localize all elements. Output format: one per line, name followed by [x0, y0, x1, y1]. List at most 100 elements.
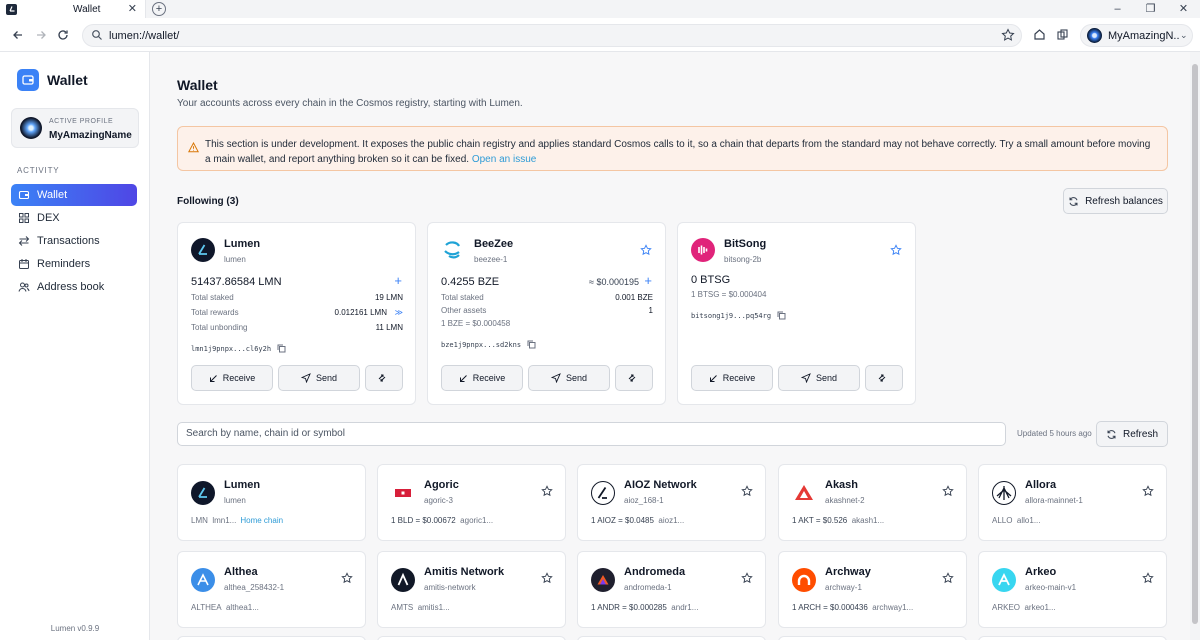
- lumen-logo-icon: [191, 238, 215, 262]
- send-icon: [550, 373, 561, 383]
- copy-icon[interactable]: [527, 340, 536, 349]
- althea-logo-icon: [191, 568, 215, 592]
- favorite-star-icon[interactable]: [640, 244, 652, 259]
- active-profile-card[interactable]: ACTIVE PROFILE MyAmazingName: [11, 108, 139, 148]
- chain-card-archway[interactable]: Archway archway-1 1 ARCH = $0.000436 arc…: [778, 551, 967, 628]
- swap-button[interactable]: [365, 365, 403, 391]
- favorite-star-icon[interactable]: [942, 572, 954, 587]
- claim-rewards-icon[interactable]: ≫: [395, 308, 403, 317]
- swap-button[interactable]: [615, 365, 653, 391]
- chain-card-allora[interactable]: Allora allora-mainnet-1 ALLO allo1...: [978, 464, 1167, 541]
- address-bar[interactable]: lumen://wallet/: [82, 24, 1022, 47]
- chain-address: agoric1...: [460, 516, 494, 525]
- warning-message: This section is under development. It ex…: [205, 139, 1151, 165]
- wallet-address: lmn1j9pnpx...cl6y2h: [191, 344, 286, 353]
- swap-button[interactable]: [865, 365, 903, 391]
- favorite-star-icon[interactable]: [541, 485, 553, 500]
- refresh-balances-button[interactable]: Refresh balances: [1063, 188, 1168, 214]
- sidebar-item-reminders[interactable]: Reminders: [11, 253, 137, 275]
- chain-name: Althea: [224, 566, 258, 578]
- balance: 0 BTSG: [691, 274, 731, 286]
- stat-value: 11 LMN: [375, 323, 403, 332]
- app-version: Lumen v0.9.9: [50, 624, 100, 633]
- close-window-icon[interactable]: ✕: [1167, 0, 1200, 18]
- receive-button[interactable]: Receive: [441, 365, 523, 391]
- receive-button[interactable]: Receive: [691, 365, 773, 391]
- sidebar-item-dex[interactable]: DEX: [11, 207, 137, 229]
- refresh-button[interactable]: Refresh: [1096, 421, 1168, 447]
- coin-name: BitSong: [724, 238, 767, 250]
- extensions-icon[interactable]: [1054, 26, 1070, 42]
- chain-search[interactable]: [177, 422, 1006, 446]
- sidebar-item-wallet[interactable]: Wallet: [11, 184, 137, 206]
- chain-address: archway1...: [872, 603, 914, 612]
- chain-id: akashnet-2: [825, 496, 865, 505]
- chain-id: archway-1: [825, 583, 862, 592]
- chain-card-arkeo[interactable]: Arkeo arkeo-main-v1 ARKEO arkeo1...: [978, 551, 1167, 628]
- send-button[interactable]: Send: [278, 365, 360, 391]
- favorite-star-icon[interactable]: [890, 244, 902, 259]
- favorite-star-icon[interactable]: [741, 572, 753, 587]
- chain-card-lumen[interactable]: Lumen lumen LMN lmn1... Home chain: [177, 464, 366, 541]
- following-card-lumen: Lumen lumen 51437.86584 LMN + Total stak…: [177, 222, 416, 405]
- add-icon[interactable]: +: [394, 273, 402, 288]
- new-tab-icon[interactable]: +: [152, 2, 166, 16]
- coin-name: BeeZee: [474, 238, 514, 250]
- scrollbar-thumb[interactable]: [1192, 64, 1198, 624]
- favorite-star-icon[interactable]: [1142, 485, 1154, 500]
- chain-search-input[interactable]: [186, 428, 986, 439]
- chain-card-partial[interactable]: [778, 636, 967, 640]
- chain-card-partial[interactable]: [177, 636, 366, 640]
- add-icon[interactable]: +: [644, 273, 652, 288]
- stat-row: Total staked 19 LMN: [191, 293, 403, 302]
- send-button[interactable]: Send: [778, 365, 860, 391]
- copy-icon[interactable]: [277, 344, 286, 353]
- chain-card-amitis[interactable]: Amitis Network amitis-network AMTS amiti…: [377, 551, 566, 628]
- open-issue-link[interactable]: Open an issue: [472, 154, 537, 165]
- bookmark-star-icon[interactable]: [1001, 28, 1015, 45]
- tab-title: Wallet: [73, 3, 101, 15]
- favorite-star-icon[interactable]: [942, 485, 954, 500]
- page-scrollbar[interactable]: [1190, 52, 1200, 640]
- chain-symbol: LMN: [191, 516, 208, 525]
- browser-toolbar: lumen://wallet/ MyAmazingN... ⌄: [0, 18, 1200, 52]
- chain-card-aioz[interactable]: AIOZ Network aioz_168-1 1 AIOZ = $0.0485…: [577, 464, 766, 541]
- home-icon[interactable]: [1031, 26, 1047, 42]
- chain-card-partial[interactable]: [577, 636, 766, 640]
- chain-card-akash[interactable]: Akash akashnet-2 1 AKT = $0.526 akash1..…: [778, 464, 967, 541]
- refresh-icon: [1107, 429, 1116, 439]
- maximize-icon[interactable]: ❐: [1134, 0, 1167, 18]
- favorite-star-icon[interactable]: [341, 572, 353, 587]
- chain-card-partial[interactable]: [978, 636, 1167, 640]
- browser-profile-button[interactable]: MyAmazingN... ⌄: [1080, 24, 1193, 47]
- akash-logo-icon: [792, 481, 816, 505]
- brand-title: Wallet: [47, 72, 88, 88]
- send-button[interactable]: Send: [528, 365, 610, 391]
- tab-close-icon[interactable]: ✕: [128, 2, 137, 15]
- following-card-bitsong: BitSong bitsong-2b 0 BTSG 1 BTSG = $0.00…: [677, 222, 916, 405]
- brand: Wallet: [17, 69, 88, 91]
- sidebar-item-transactions[interactable]: Transactions: [11, 230, 137, 252]
- back-icon[interactable]: [9, 26, 27, 44]
- favorite-star-icon[interactable]: [1142, 572, 1154, 587]
- sidebar-nav: Wallet DEX Transactions Reminders Addres…: [11, 184, 137, 299]
- favorite-star-icon[interactable]: [741, 485, 753, 500]
- lumen-logo-icon: [191, 481, 215, 505]
- browser-tab[interactable]: Wallet ✕: [0, 0, 146, 18]
- chain-card-althea[interactable]: Althea althea_258432-1 ALTHEA althea1...: [177, 551, 366, 628]
- stat-label: Total staked: [191, 293, 234, 302]
- favorite-star-icon[interactable]: [541, 572, 553, 587]
- reload-icon[interactable]: [54, 26, 72, 44]
- forward-icon[interactable]: [32, 26, 50, 44]
- chain-rate: 1 ANDR = $0.000285: [591, 603, 667, 612]
- chain-card-andromeda[interactable]: Andromeda andromeda-1 1 ANDR = $0.000285…: [577, 551, 766, 628]
- receive-button[interactable]: Receive: [191, 365, 273, 391]
- card-actions: Receive Send: [441, 365, 658, 391]
- stat-value: 0.012161 LMN: [334, 308, 387, 317]
- chain-card-agoric[interactable]: Agoric agoric-3 1 BLD = $0.00672 agoric1…: [377, 464, 566, 541]
- chain-card-partial[interactable]: [377, 636, 566, 640]
- sidebar-item-address-book[interactable]: Address book: [11, 276, 137, 298]
- copy-icon[interactable]: [777, 311, 786, 320]
- minimize-icon[interactable]: –: [1101, 0, 1134, 18]
- stat-row: Total staked 0.001 BZE: [441, 293, 653, 302]
